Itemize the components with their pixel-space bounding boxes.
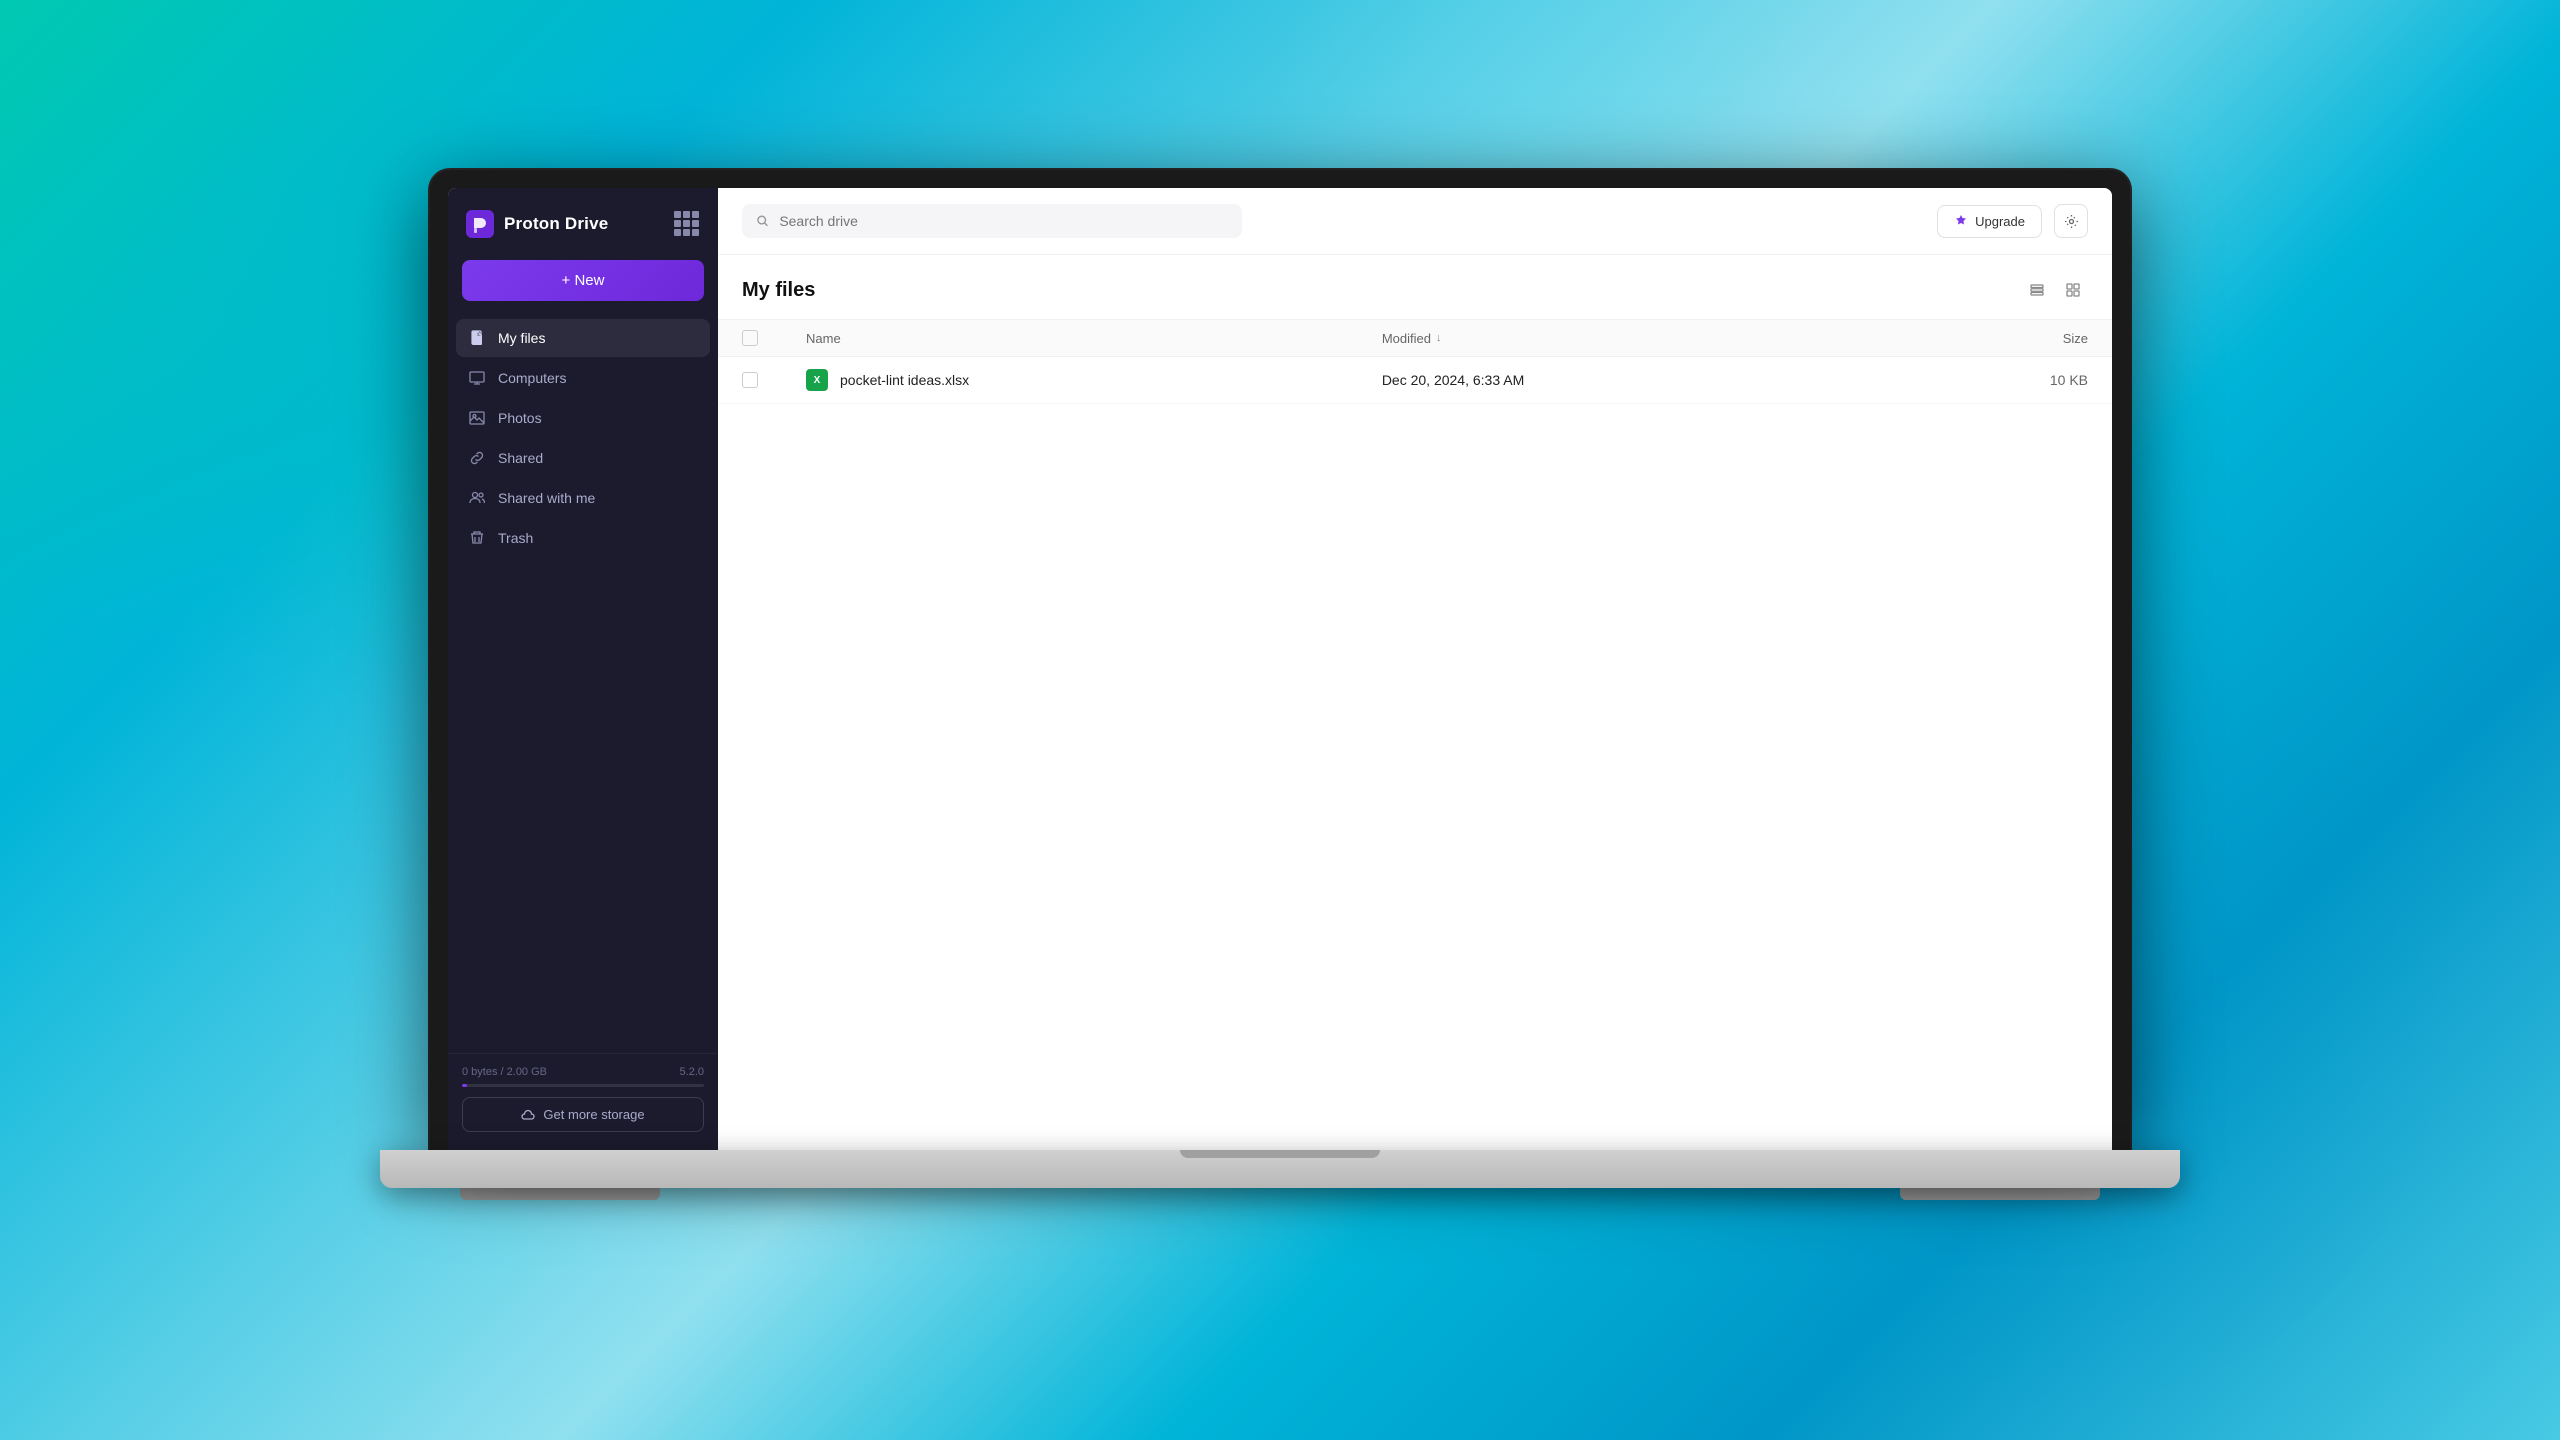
col-modified-header[interactable]: Modified ↓ (1358, 320, 1877, 357)
col-checkbox-header (718, 320, 782, 357)
file-modified-cell: Dec 20, 2024, 6:33 AM (1358, 357, 1877, 404)
file-size-cell: 10 KB (1877, 357, 2112, 404)
sidebar-item-shared-with-me[interactable]: Shared with me (456, 479, 710, 517)
col-size-header: Size (1877, 320, 2112, 357)
sidebar-item-my-files-label: My files (498, 330, 545, 346)
logo-area: Proton Drive (466, 210, 608, 238)
left-foot (460, 1188, 660, 1200)
people-icon (468, 489, 486, 507)
laptop-feet (380, 1188, 2180, 1200)
gear-icon (2064, 214, 2079, 229)
sidebar-item-photos-label: Photos (498, 410, 542, 426)
upgrade-button[interactable]: Upgrade (1937, 205, 2042, 238)
sidebar-item-my-files[interactable]: My files (456, 319, 710, 357)
apps-grid-icon[interactable] (674, 211, 700, 237)
file-type-icon: X (806, 369, 828, 391)
view-toggle (2022, 275, 2088, 305)
files-header: My files (718, 255, 2112, 319)
monitor-icon (468, 369, 486, 387)
sidebar-item-trash-label: Trash (498, 530, 533, 546)
get-more-storage-button[interactable]: Get more storage (462, 1097, 704, 1132)
upgrade-icon (1954, 214, 1968, 228)
trash-icon (468, 529, 486, 547)
row-checkbox[interactable] (742, 372, 758, 388)
sidebar: Proton Drive + New (448, 188, 718, 1150)
right-foot (1900, 1188, 2100, 1200)
storage-bar (462, 1084, 704, 1087)
sort-arrow-icon: ↓ (1436, 332, 1442, 344)
grid-view-button[interactable] (2058, 275, 2088, 305)
row-checkbox-cell (718, 357, 782, 404)
laptop-base (380, 1150, 2180, 1188)
storage-bar-fill (462, 1084, 467, 1087)
file-name-cell: X pocket-lint ideas.xlsx (782, 357, 1358, 404)
search-icon (756, 214, 769, 228)
list-view-icon (2029, 282, 2045, 298)
sidebar-item-shared[interactable]: Shared (456, 439, 710, 477)
topbar-right: Upgrade (1937, 204, 2088, 238)
sidebar-footer: 0 bytes / 2.00 GB 5.2.0 (448, 1053, 718, 1150)
new-button[interactable]: + New (462, 260, 704, 301)
sidebar-item-computers[interactable]: Computers (456, 359, 710, 397)
grid-view-icon (2065, 282, 2081, 298)
sidebar-item-photos[interactable]: Photos (456, 399, 710, 437)
file-icon (468, 329, 486, 347)
version-text: 5.2.0 (680, 1066, 704, 1078)
link-icon (468, 449, 486, 467)
settings-button[interactable] (2054, 204, 2088, 238)
sidebar-item-trash[interactable]: Trash (456, 519, 710, 557)
storage-info: 0 bytes / 2.00 GB 5.2.0 (462, 1066, 704, 1087)
sidebar-item-shared-label: Shared (498, 450, 543, 466)
storage-used-text: 0 bytes / 2.00 GB (462, 1066, 547, 1078)
sidebar-header: Proton Drive (448, 188, 718, 256)
cloud-icon (521, 1108, 535, 1122)
col-name-header: Name (782, 320, 1358, 357)
list-view-button[interactable] (2022, 275, 2052, 305)
app-title: Proton Drive (504, 214, 608, 234)
select-all-checkbox[interactable] (742, 330, 758, 346)
upgrade-label: Upgrade (1975, 214, 2025, 229)
sidebar-item-shared-with-me-label: Shared with me (498, 490, 595, 506)
page-title: My files (742, 279, 815, 302)
topbar: Upgrade (718, 188, 2112, 255)
main-content: Upgrade My files (718, 188, 2112, 1150)
sidebar-item-computers-label: Computers (498, 370, 566, 386)
photo-icon (468, 409, 486, 427)
table-row[interactable]: X pocket-lint ideas.xlsx Dec 20, 2024, 6… (718, 357, 2112, 404)
file-name: pocket-lint ideas.xlsx (840, 372, 969, 388)
search-input[interactable] (779, 213, 1228, 229)
search-bar[interactable] (742, 204, 1242, 238)
proton-logo-icon (466, 210, 494, 238)
nav-items: My files Computers (448, 319, 718, 1053)
files-table: Name Modified ↓ Si (718, 319, 2112, 404)
files-area: My files (718, 255, 2112, 1150)
